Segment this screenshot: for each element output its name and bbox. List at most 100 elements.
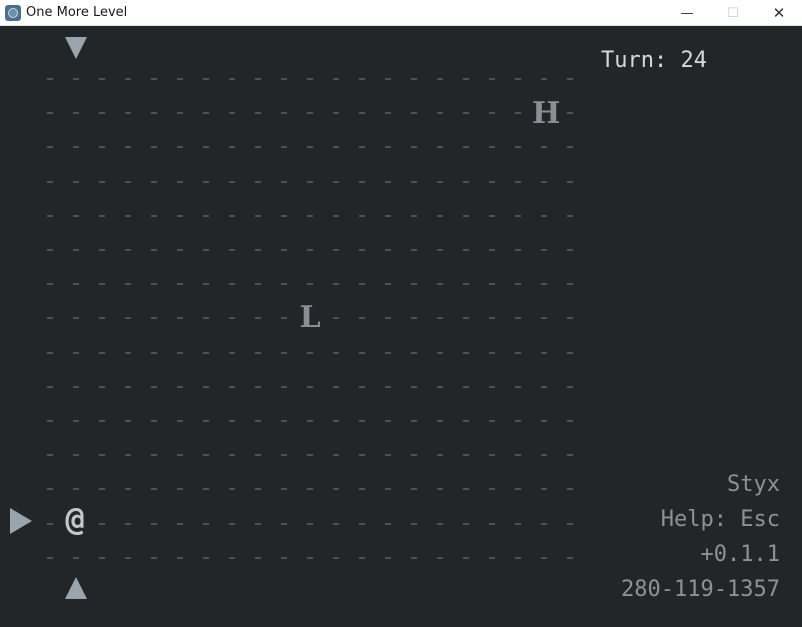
floor-tile [255, 557, 261, 559]
floor-tile [47, 181, 53, 183]
floor-tile [177, 78, 183, 80]
floor-tile [47, 420, 53, 422]
arrow-right-icon [10, 508, 32, 534]
floor-tile [203, 215, 209, 217]
floor-tile [281, 523, 287, 525]
floor-tile [567, 78, 573, 80]
floor-tile [47, 215, 53, 217]
area-name: Styx [727, 472, 780, 497]
floor-tile [411, 386, 417, 388]
floor-tile [463, 249, 469, 251]
floor-tile [437, 488, 443, 490]
floor-tile [515, 317, 521, 319]
floor-tile [307, 146, 313, 148]
floor-tile [281, 249, 287, 251]
floor-tile [385, 352, 391, 354]
floor-tile [359, 112, 365, 114]
floor-tile [359, 181, 365, 183]
floor-tile [411, 523, 417, 525]
floor-tile [541, 420, 547, 422]
floor-tile [437, 181, 443, 183]
enemy-l: L [299, 300, 321, 335]
floor-tile [73, 386, 79, 388]
floor-tile [177, 454, 183, 456]
floor-tile [489, 112, 495, 114]
floor-tile [203, 557, 209, 559]
floor-tile [125, 146, 131, 148]
maximize-button[interactable]: ☐ [710, 0, 756, 26]
arrow-up-icon [65, 577, 87, 599]
floor-tile [567, 215, 573, 217]
floor-tile [567, 420, 573, 422]
floor-tile [489, 420, 495, 422]
floor-tile [73, 352, 79, 354]
minimize-button[interactable]: — [664, 0, 710, 26]
floor-tile [567, 181, 573, 183]
floor-tile [73, 78, 79, 80]
floor-tile [385, 557, 391, 559]
floor-tile [489, 215, 495, 217]
floor-tile [359, 352, 365, 354]
floor-tile [99, 317, 105, 319]
floor-tile [151, 386, 157, 388]
floor-tile [385, 454, 391, 456]
floor-tile [463, 283, 469, 285]
floor-tile [255, 420, 261, 422]
floor-tile [541, 283, 547, 285]
floor-tile [307, 420, 313, 422]
help-hint: Help: Esc [660, 507, 780, 532]
floor-tile [411, 454, 417, 456]
floor-tile [255, 283, 261, 285]
floor-tile [359, 386, 365, 388]
floor-tile [307, 112, 313, 114]
floor-tile [255, 386, 261, 388]
game-viewport[interactable]: H L @ Turn: 24 Styx Help: Esc +0.1.1 280… [0, 26, 802, 627]
floor-tile [541, 215, 547, 217]
floor-tile [229, 352, 235, 354]
floor-tile [463, 146, 469, 148]
floor-tile [385, 386, 391, 388]
floor-tile [73, 146, 79, 148]
floor-tile [385, 215, 391, 217]
title-bar: One More Level — ☐ ✕ [0, 0, 802, 26]
floor-tile [437, 317, 443, 319]
floor-tile [151, 78, 157, 80]
floor-tile [255, 454, 261, 456]
floor-tile [203, 454, 209, 456]
floor-tile [385, 249, 391, 251]
floor-tile [567, 146, 573, 148]
floor-tile [203, 146, 209, 148]
floor-tile [151, 112, 157, 114]
floor-tile [229, 420, 235, 422]
floor-tile [177, 352, 183, 354]
floor-tile [307, 283, 313, 285]
floor-tile [515, 78, 521, 80]
floor-tile [281, 386, 287, 388]
floor-tile [463, 420, 469, 422]
floor-tile [125, 523, 131, 525]
floor-tile [151, 146, 157, 148]
floor-tile [541, 488, 547, 490]
floor-tile [385, 523, 391, 525]
floor-tile [99, 249, 105, 251]
floor-tile [411, 283, 417, 285]
floor-tile [515, 454, 521, 456]
floor-tile [99, 557, 105, 559]
floor-tile [489, 557, 495, 559]
floor-tile [203, 523, 209, 525]
floor-tile [463, 454, 469, 456]
floor-tile [99, 146, 105, 148]
floor-tile [437, 249, 443, 251]
floor-tile [47, 488, 53, 490]
floor-tile [463, 557, 469, 559]
window-title: One More Level [26, 5, 128, 20]
close-button[interactable]: ✕ [756, 0, 802, 26]
floor-tile [47, 557, 53, 559]
floor-tile [411, 317, 417, 319]
floor-tile [177, 523, 183, 525]
floor-tile [73, 420, 79, 422]
floor-tile [229, 386, 235, 388]
floor-tile [385, 181, 391, 183]
floor-tile [229, 215, 235, 217]
floor-tile [203, 112, 209, 114]
